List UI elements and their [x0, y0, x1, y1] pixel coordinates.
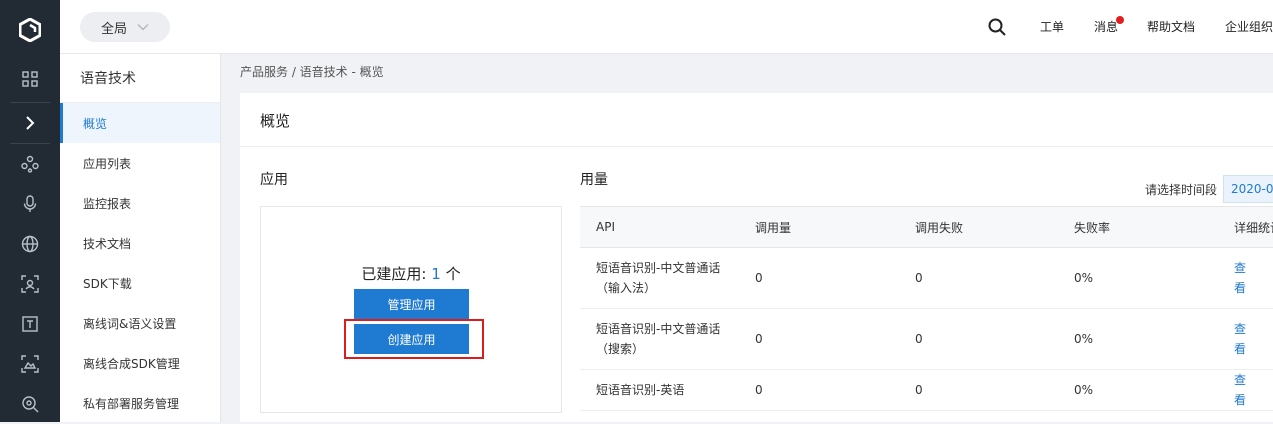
scope-selector[interactable]: 全局: [80, 12, 170, 42]
network-nodes-icon[interactable]: [0, 144, 60, 184]
microphone-icon[interactable]: [0, 184, 60, 224]
logo-icon[interactable]: [0, 0, 60, 60]
created-apps-count: 已建应用: 1 个: [261, 263, 561, 284]
table-header-row: API 调用量 调用失败 失败率 详细统计: [580, 206, 1273, 248]
cell-failures: 0: [899, 247, 1058, 309]
column-header-details: 详细统计: [1218, 206, 1273, 248]
sidenav-item-offline-tts-sdk[interactable]: 离线合成SDK管理: [60, 343, 220, 383]
app-grid-icon[interactable]: [0, 59, 60, 99]
view-details-link[interactable]: 查看: [1218, 308, 1273, 370]
column-header-failures: 调用失败: [899, 206, 1058, 248]
usage-heading: 用量: [580, 172, 608, 188]
sidenav-item-overview[interactable]: 概览: [60, 103, 220, 143]
chevron-down-icon: [137, 20, 149, 35]
search-scan-icon[interactable]: [0, 384, 60, 424]
cell-failure-rate: 0%: [1058, 369, 1218, 411]
side-navigation: 语音技术 概览 应用列表 监控报表 技术文档 SDK下载 离线词&语义设置 离线…: [60, 54, 221, 422]
table-row: 短语音识别-中文普通话（输入法） 0 0 0% 查看: [580, 247, 1273, 309]
top-bar: 全局 工单 消息 帮助文档 企业组织: [60, 0, 1273, 54]
search-icon[interactable]: [988, 0, 1006, 53]
cell-calls: 0: [739, 247, 899, 309]
created-apps-number: 1: [431, 265, 441, 283]
notification-badge: [1116, 16, 1125, 24]
sidenav-item-sdk-download[interactable]: SDK下载: [60, 263, 220, 303]
face-scan-icon[interactable]: [0, 264, 60, 304]
org-link[interactable]: 企业组织: [1225, 0, 1273, 53]
period-label: 请选择时间段: [1144, 182, 1217, 197]
cell-failure-rate: 0%: [1058, 247, 1218, 309]
ticket-link[interactable]: 工单: [1040, 0, 1064, 53]
messages-label: 消息: [1094, 20, 1119, 34]
breadcrumb: 产品服务 / 语音技术 - 概览: [240, 65, 384, 79]
created-apps-label: 已建应用:: [361, 265, 427, 283]
cell-calls: 0: [739, 308, 899, 370]
title-divider: [240, 146, 1273, 147]
cell-failures: 0: [899, 369, 1058, 411]
sidenav-item-private-deploy[interactable]: 私有部署服务管理: [60, 383, 220, 423]
overview-card: 概览 应用 已建应用: 1 个 管理应用 创建应用 用量 请选择时间段 2020…: [240, 93, 1273, 422]
sidenav-item-app-list[interactable]: 应用列表: [60, 143, 220, 183]
cell-api: 短语音识别-英语: [580, 369, 739, 411]
cell-failure-rate: 0%: [1058, 308, 1218, 370]
view-details-link[interactable]: 查看: [1218, 369, 1273, 411]
period-selector: 请选择时间段 2020-01-: [1145, 173, 1273, 205]
sidenav-item-tech-docs[interactable]: 技术文档: [60, 223, 220, 263]
cell-failures: 0: [899, 308, 1058, 370]
column-header-calls: 调用量: [739, 206, 899, 248]
column-header-failure-rate: 失败率: [1058, 206, 1218, 248]
scope-label: 全局: [100, 21, 127, 37]
cell-calls: 0: [739, 369, 899, 411]
sidenav-item-offline-words[interactable]: 离线词&语义设置: [60, 303, 220, 343]
image-scan-icon[interactable]: [0, 344, 60, 384]
globe-icon[interactable]: [0, 224, 60, 264]
column-header-api: API: [580, 206, 739, 248]
manage-apps-button[interactable]: 管理应用: [354, 289, 469, 319]
cell-api: 短语音识别-中文普通话（搜索）: [580, 308, 739, 370]
table-row: 短语音识别-英语 0 0 0% 查看: [580, 369, 1273, 411]
period-date-picker[interactable]: 2020-01-: [1223, 175, 1273, 203]
sidenav-item-monitoring[interactable]: 监控报表: [60, 183, 220, 223]
view-details-link[interactable]: 查看: [1218, 247, 1273, 309]
usage-table: API 调用量 调用失败 失败率 详细统计 短语音识别-中文普通话（输入法） 0…: [580, 206, 1273, 411]
table-row: 短语音识别-中文普通话（搜索） 0 0 0% 查看: [580, 308, 1273, 370]
help-docs-link[interactable]: 帮助文档: [1147, 0, 1195, 53]
text-box-icon[interactable]: [0, 304, 60, 344]
icon-rail: [0, 0, 60, 422]
apps-panel: 已建应用: 1 个 管理应用 创建应用: [260, 206, 562, 413]
page-title: 概览: [260, 112, 291, 130]
expand-arrow-icon[interactable]: [0, 103, 60, 143]
apps-heading: 应用: [260, 172, 288, 188]
create-app-button[interactable]: 创建应用: [354, 324, 469, 354]
created-apps-unit: 个: [445, 265, 461, 283]
cell-api: 短语音识别-中文普通话（输入法）: [580, 247, 739, 309]
sidenav-title: 语音技术: [60, 54, 220, 103]
messages-link[interactable]: 消息: [1094, 0, 1125, 53]
